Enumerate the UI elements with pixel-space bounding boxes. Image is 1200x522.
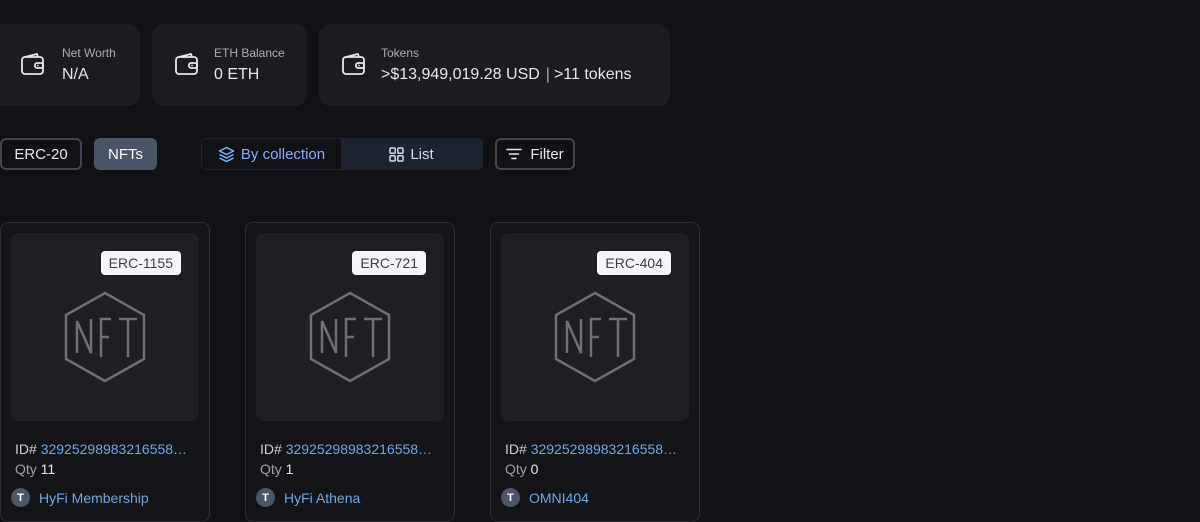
collection-name[interactable]: OMNI404 (529, 490, 589, 506)
net-worth-label: Net Worth (62, 46, 116, 60)
by-collection-button[interactable]: By collection (202, 139, 341, 169)
nft-thumbnail[interactable]: ERC-404 (501, 233, 689, 421)
token-icon: T (256, 488, 275, 507)
eth-balance-value: 0 ETH (214, 66, 260, 83)
qty-value: 0 (530, 461, 539, 477)
filter-label: Filter (530, 145, 564, 163)
qty-label: Qty (15, 461, 37, 477)
eth-balance-label: ETH Balance (214, 46, 285, 60)
collection-link[interactable]: T OMNI404 (501, 488, 589, 507)
grid-icon (389, 146, 405, 162)
token-icon: T (11, 488, 30, 507)
net-worth-card: Net Worth N/A (0, 24, 140, 106)
nft-placeholder-icon (554, 291, 636, 383)
qty-value: 1 (285, 461, 294, 477)
token-standard-badge: ERC-404 (597, 251, 671, 275)
nft-thumbnail[interactable]: ERC-1155 (11, 233, 199, 421)
token-standard-badge: ERC-1155 (100, 251, 181, 275)
nft-id-link[interactable]: 32925298983216558… (286, 441, 432, 457)
nft-card[interactable]: ERC-721 ID# 32925298983216558… Qty 1 T H… (245, 222, 455, 522)
token-standard-badge: ERC-721 (352, 251, 426, 275)
collection-link[interactable]: T HyFi Athena (256, 488, 360, 507)
token-icon: T (501, 488, 520, 507)
tab-erc20[interactable]: ERC-20 (0, 138, 82, 170)
nft-quantity: Qty 1 (260, 461, 293, 477)
filter-icon (506, 148, 523, 160)
tab-nfts[interactable]: NFTs (94, 138, 157, 170)
tokens-count: >11 tokens (553, 66, 632, 83)
nft-id: ID# 32925298983216558… (260, 441, 440, 457)
layers-icon (218, 146, 235, 162)
nft-quantity: Qty 11 (15, 461, 55, 477)
tokens-usd-value: >$13,949,019.28 USD (381, 66, 540, 83)
qty-value: 11 (40, 461, 56, 477)
tokens-value: >$13,949,019.28 USD | >11 tokens (381, 66, 632, 84)
qty-label: Qty (260, 461, 282, 477)
nft-card[interactable]: ERC-1155 ID# 32925298983216558… Qty 11 T… (0, 222, 210, 522)
filter-button[interactable]: Filter (495, 138, 575, 170)
wallet-icon (175, 53, 198, 75)
qty-label: Qty (505, 461, 527, 477)
nft-placeholder-icon (64, 291, 146, 383)
nft-quantity: Qty 0 (505, 461, 538, 477)
collection-link[interactable]: T HyFi Membership (11, 488, 149, 507)
list-button[interactable]: List (341, 139, 482, 169)
net-worth-value: N/A (62, 66, 89, 83)
eth-balance-card: ETH Balance 0 ETH (152, 24, 307, 106)
nft-id-link[interactable]: 32925298983216558… (531, 441, 677, 457)
id-prefix: ID# (260, 441, 282, 457)
nft-id: ID# 32925298983216558… (15, 441, 195, 457)
wallet-icon (342, 53, 365, 75)
collection-name[interactable]: HyFi Membership (39, 490, 149, 506)
wallet-icon (21, 53, 44, 75)
tokens-label: Tokens (381, 46, 420, 60)
nft-placeholder-icon (309, 291, 391, 383)
list-label: List (410, 145, 434, 163)
nft-thumbnail[interactable]: ERC-721 (256, 233, 444, 421)
nft-card[interactable]: ERC-404 ID# 32925298983216558… Qty 0 T O… (490, 222, 700, 522)
tokens-card: Tokens >$13,949,019.28 USD | >11 tokens (319, 24, 670, 106)
by-collection-label: By collection (240, 145, 326, 163)
separator: | (545, 66, 550, 83)
id-prefix: ID# (15, 441, 37, 457)
nft-id: ID# 32925298983216558… (505, 441, 685, 457)
id-prefix: ID# (505, 441, 527, 457)
view-toggle: By collection List (201, 138, 483, 170)
nft-id-link[interactable]: 32925298983216558… (41, 441, 187, 457)
collection-name[interactable]: HyFi Athena (284, 490, 360, 506)
